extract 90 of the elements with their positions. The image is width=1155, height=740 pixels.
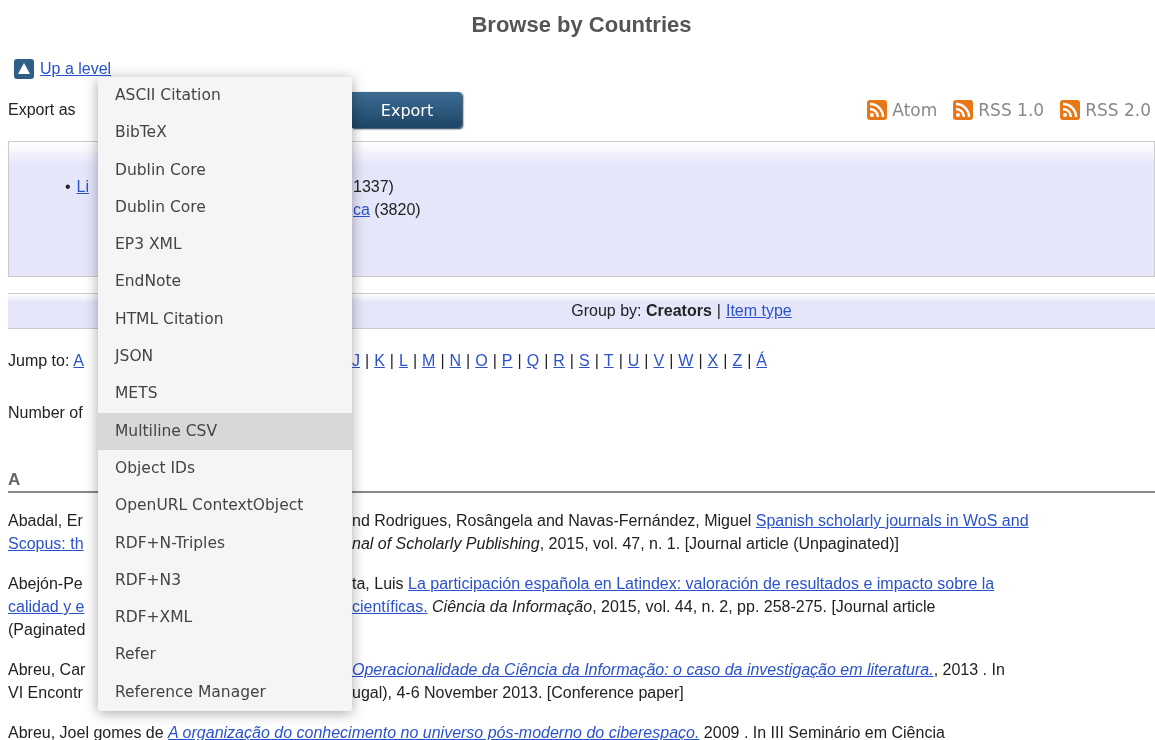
citation-text: Abejón-Pe <box>8 574 83 594</box>
letter-link[interactable]: M <box>422 349 436 372</box>
separator: | <box>644 351 649 371</box>
separator: | <box>389 351 394 371</box>
citation-text: VI Encontr <box>8 683 83 703</box>
letter-link[interactable]: W <box>678 349 694 372</box>
export-label: Export as <box>8 101 77 119</box>
citation-link[interactable]: La participación española en Latindex: valoración de resultados e impacto sobre la <box>408 572 995 595</box>
citation-text: nd Rodrigues, Rosângela and Navas-Fernández, Miguel <box>352 511 753 531</box>
citation-text: , 2015, vol. 44, n. 2, pp. 258-275. [Journal article <box>592 597 936 617</box>
citation-link[interactable]: científicas. <box>352 595 428 618</box>
group-current: Creators <box>645 302 712 319</box>
feed-link[interactable]: RSS 1.0 <box>953 100 1045 120</box>
group-by-label: Group by: <box>571 302 643 319</box>
letter-link[interactable]: N <box>449 349 462 372</box>
separator: | <box>618 351 623 371</box>
menu-item[interactable]: ASCII Citation <box>98 77 352 115</box>
citation-text: Abreu, Car <box>8 660 86 680</box>
letter-link[interactable]: R <box>553 349 565 372</box>
journal-title: Ciência da Informação <box>431 597 593 617</box>
separator: | <box>440 351 445 371</box>
menu-item[interactable]: RDF+XML <box>98 599 352 637</box>
separator: | <box>698 351 703 371</box>
citation-text: ta, Luis <box>352 574 405 594</box>
separator: | <box>517 351 522 371</box>
letter-link[interactable]: L <box>399 349 408 372</box>
letter-link[interactable]: K <box>374 349 385 372</box>
feed-link[interactable]: Atom <box>867 100 938 120</box>
separator: | <box>669 351 674 371</box>
item-type-link[interactable]: Item type <box>725 302 792 319</box>
separator: | <box>365 351 370 371</box>
separator: | <box>412 351 418 371</box>
rss-icon <box>1060 100 1081 120</box>
menu-item[interactable]: Dublin Core <box>98 188 352 227</box>
citation-text: (3820) <box>373 200 421 220</box>
export-button[interactable]: Export <box>352 92 462 128</box>
letter-link[interactable]: T <box>603 349 614 372</box>
separator: | <box>466 351 471 371</box>
menu-item[interactable]: BibTeX <box>98 114 352 152</box>
letter-link[interactable]: A <box>73 349 85 372</box>
separator: | <box>716 302 721 319</box>
rss-icon <box>953 100 974 120</box>
letter-link[interactable]: P <box>501 349 513 372</box>
menu-item[interactable]: EndNote <box>98 263 352 301</box>
citation-text: 2009 . In III Seminário em Ciência <box>702 724 945 740</box>
menu-item[interactable]: RDF+N3 <box>98 561 352 600</box>
citation-link[interactable]: ca <box>353 198 370 221</box>
up-level-link[interactable]: Up a level <box>40 60 112 78</box>
feed-link[interactable]: RSS 2.0 <box>1060 100 1151 120</box>
separator: | <box>544 351 549 371</box>
menu-item[interactable]: Dublin Core <box>98 151 352 189</box>
letter-link[interactable]: J <box>352 349 360 372</box>
menu-item[interactable]: METS <box>98 375 352 413</box>
letter-link[interactable]: X <box>707 349 719 372</box>
citation-text: , 2015, vol. 47, n. 1. [Journal article (Unpaginated)] <box>539 534 899 554</box>
letter-link[interactable]: Á <box>756 349 768 372</box>
letter-link[interactable]: Z <box>732 349 743 372</box>
page-title: Browse by Countries <box>470 11 693 39</box>
letter-link[interactable]: V <box>653 349 665 372</box>
citation-link[interactable]: Operacionalidade da Ciência da Informação: o caso da investigação em literatura. <box>352 658 934 681</box>
journal-title: nal of Scholarly Publishing <box>352 534 540 554</box>
citation-link[interactable]: calidad y e <box>8 595 85 618</box>
separator: | <box>747 351 752 371</box>
letter-link[interactable]: U <box>627 349 640 372</box>
separator: | <box>492 351 497 371</box>
menu-item[interactable]: JSON <box>98 338 352 376</box>
menu-item[interactable]: RDF+N-Triples <box>98 524 352 562</box>
citation-text: Abadal, Er <box>8 511 83 531</box>
bullet: • <box>64 177 72 197</box>
separator: | <box>723 351 728 371</box>
letter-link[interactable]: O <box>475 349 488 372</box>
citation-text: (Paginated <box>8 620 86 640</box>
menu-item[interactable]: Multiline CSV <box>98 412 352 450</box>
menu-item[interactable]: EP3 XML <box>98 226 352 264</box>
citation-link[interactable]: Spanish scholarly journals in WoS and <box>755 509 1029 532</box>
letter-link[interactable]: S <box>579 349 590 372</box>
menu-item[interactable]: Reference Manager <box>98 673 352 712</box>
rss-icon <box>867 100 888 120</box>
separator: | <box>594 351 599 371</box>
separator: | <box>569 351 574 371</box>
citation-text: , 2013 . In <box>933 660 1005 680</box>
item-count-text: Number of <box>8 403 84 423</box>
menu-item[interactable]: HTML Citation <box>98 300 352 339</box>
menu-item[interactable]: Refer <box>98 636 352 674</box>
jump-label: Jump to: <box>8 351 70 371</box>
country-link[interactable]: Li <box>76 175 90 198</box>
citation-link[interactable]: Scopus: th <box>8 532 84 555</box>
citation-text: ugal), 4-6 November 2013. [Conference paper] <box>352 683 684 703</box>
citation-text: 1337) <box>353 177 394 197</box>
letter-link[interactable]: Q <box>526 349 540 372</box>
